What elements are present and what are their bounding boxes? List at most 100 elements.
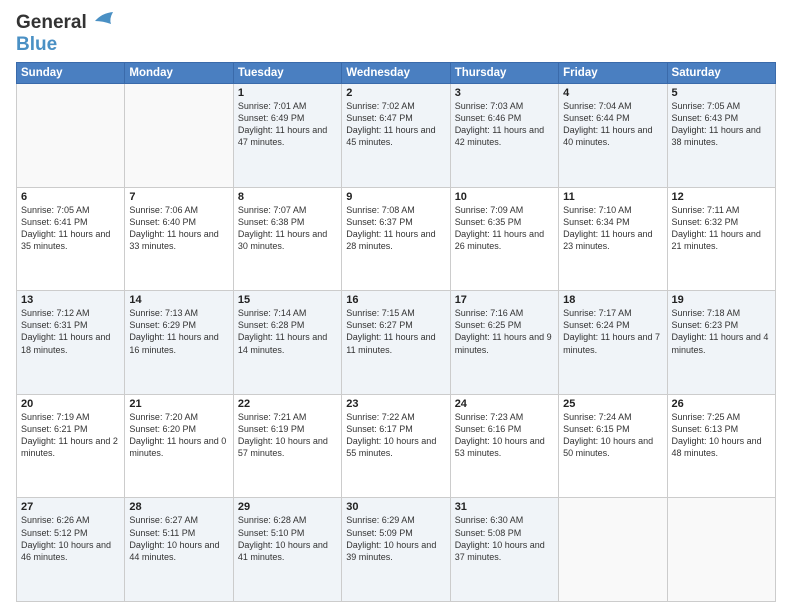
day-number: 15: [238, 294, 337, 306]
logo: General Blue: [16, 12, 113, 56]
logo-general: General: [16, 12, 87, 34]
day-info: Sunrise: 6:29 AM Sunset: 5:09 PM Dayligh…: [346, 514, 445, 563]
header: General Blue: [16, 12, 776, 56]
calendar-cell: 1Sunrise: 7:01 AM Sunset: 6:49 PM Daylig…: [233, 84, 341, 188]
day-number: 19: [672, 294, 771, 306]
day-header-sunday: Sunday: [17, 63, 125, 84]
day-number: 4: [563, 87, 662, 99]
calendar-cell: 12Sunrise: 7:11 AM Sunset: 6:32 PM Dayli…: [667, 187, 775, 291]
week-row-2: 6Sunrise: 7:05 AM Sunset: 6:41 PM Daylig…: [17, 187, 776, 291]
calendar-cell: 8Sunrise: 7:07 AM Sunset: 6:38 PM Daylig…: [233, 187, 341, 291]
day-number: 29: [238, 501, 337, 513]
day-number: 2: [346, 87, 445, 99]
day-number: 14: [129, 294, 228, 306]
calendar-cell: 21Sunrise: 7:20 AM Sunset: 6:20 PM Dayli…: [125, 394, 233, 498]
day-info: Sunrise: 6:27 AM Sunset: 5:11 PM Dayligh…: [129, 514, 228, 563]
day-info: Sunrise: 7:09 AM Sunset: 6:35 PM Dayligh…: [455, 204, 554, 253]
calendar-cell: 3Sunrise: 7:03 AM Sunset: 6:46 PM Daylig…: [450, 84, 558, 188]
day-info: Sunrise: 7:20 AM Sunset: 6:20 PM Dayligh…: [129, 411, 228, 460]
day-number: 31: [455, 501, 554, 513]
day-number: 5: [672, 87, 771, 99]
day-info: Sunrise: 7:01 AM Sunset: 6:49 PM Dayligh…: [238, 100, 337, 149]
bird-icon: [89, 12, 113, 28]
week-row-3: 13Sunrise: 7:12 AM Sunset: 6:31 PM Dayli…: [17, 291, 776, 395]
calendar-cell: 28Sunrise: 6:27 AM Sunset: 5:11 PM Dayli…: [125, 498, 233, 602]
day-number: 16: [346, 294, 445, 306]
day-number: 7: [129, 191, 228, 203]
calendar-cell: 23Sunrise: 7:22 AM Sunset: 6:17 PM Dayli…: [342, 394, 450, 498]
calendar-cell: 7Sunrise: 7:06 AM Sunset: 6:40 PM Daylig…: [125, 187, 233, 291]
calendar-cell: 19Sunrise: 7:18 AM Sunset: 6:23 PM Dayli…: [667, 291, 775, 395]
calendar-cell: 22Sunrise: 7:21 AM Sunset: 6:19 PM Dayli…: [233, 394, 341, 498]
calendar-cell: 18Sunrise: 7:17 AM Sunset: 6:24 PM Dayli…: [559, 291, 667, 395]
day-info: Sunrise: 7:17 AM Sunset: 6:24 PM Dayligh…: [563, 307, 662, 356]
day-info: Sunrise: 7:12 AM Sunset: 6:31 PM Dayligh…: [21, 307, 120, 356]
day-number: 26: [672, 398, 771, 410]
calendar-cell: 31Sunrise: 6:30 AM Sunset: 5:08 PM Dayli…: [450, 498, 558, 602]
day-number: 11: [563, 191, 662, 203]
day-info: Sunrise: 7:05 AM Sunset: 6:41 PM Dayligh…: [21, 204, 120, 253]
day-number: 8: [238, 191, 337, 203]
day-info: Sunrise: 6:28 AM Sunset: 5:10 PM Dayligh…: [238, 514, 337, 563]
day-number: 13: [21, 294, 120, 306]
day-number: 30: [346, 501, 445, 513]
calendar-cell: 24Sunrise: 7:23 AM Sunset: 6:16 PM Dayli…: [450, 394, 558, 498]
week-row-4: 20Sunrise: 7:19 AM Sunset: 6:21 PM Dayli…: [17, 394, 776, 498]
calendar-cell: 14Sunrise: 7:13 AM Sunset: 6:29 PM Dayli…: [125, 291, 233, 395]
day-info: Sunrise: 7:23 AM Sunset: 6:16 PM Dayligh…: [455, 411, 554, 460]
day-number: 1: [238, 87, 337, 99]
calendar-cell: 6Sunrise: 7:05 AM Sunset: 6:41 PM Daylig…: [17, 187, 125, 291]
day-info: Sunrise: 7:24 AM Sunset: 6:15 PM Dayligh…: [563, 411, 662, 460]
calendar-cell: 30Sunrise: 6:29 AM Sunset: 5:09 PM Dayli…: [342, 498, 450, 602]
day-header-tuesday: Tuesday: [233, 63, 341, 84]
calendar-cell: 26Sunrise: 7:25 AM Sunset: 6:13 PM Dayli…: [667, 394, 775, 498]
day-number: 28: [129, 501, 228, 513]
day-info: Sunrise: 7:10 AM Sunset: 6:34 PM Dayligh…: [563, 204, 662, 253]
day-header-wednesday: Wednesday: [342, 63, 450, 84]
day-number: 3: [455, 87, 554, 99]
day-info: Sunrise: 7:07 AM Sunset: 6:38 PM Dayligh…: [238, 204, 337, 253]
day-number: 20: [21, 398, 120, 410]
day-info: Sunrise: 7:08 AM Sunset: 6:37 PM Dayligh…: [346, 204, 445, 253]
calendar-cell: [125, 84, 233, 188]
calendar-cell: 29Sunrise: 6:28 AM Sunset: 5:10 PM Dayli…: [233, 498, 341, 602]
calendar-cell: 2Sunrise: 7:02 AM Sunset: 6:47 PM Daylig…: [342, 84, 450, 188]
day-number: 23: [346, 398, 445, 410]
day-info: Sunrise: 7:16 AM Sunset: 6:25 PM Dayligh…: [455, 307, 554, 356]
day-info: Sunrise: 7:04 AM Sunset: 6:44 PM Dayligh…: [563, 100, 662, 149]
day-info: Sunrise: 7:11 AM Sunset: 6:32 PM Dayligh…: [672, 204, 771, 253]
page: General Blue SundayMondayTuesdayWednesda…: [0, 0, 792, 612]
day-info: Sunrise: 7:02 AM Sunset: 6:47 PM Dayligh…: [346, 100, 445, 149]
day-number: 12: [672, 191, 771, 203]
calendar-cell: 17Sunrise: 7:16 AM Sunset: 6:25 PM Dayli…: [450, 291, 558, 395]
calendar-cell: [667, 498, 775, 602]
day-number: 25: [563, 398, 662, 410]
calendar-table: SundayMondayTuesdayWednesdayThursdayFrid…: [16, 62, 776, 602]
day-info: Sunrise: 6:30 AM Sunset: 5:08 PM Dayligh…: [455, 514, 554, 563]
day-header-monday: Monday: [125, 63, 233, 84]
day-info: Sunrise: 7:06 AM Sunset: 6:40 PM Dayligh…: [129, 204, 228, 253]
day-number: 22: [238, 398, 337, 410]
calendar-cell: 10Sunrise: 7:09 AM Sunset: 6:35 PM Dayli…: [450, 187, 558, 291]
calendar-cell: 20Sunrise: 7:19 AM Sunset: 6:21 PM Dayli…: [17, 394, 125, 498]
calendar-cell: 11Sunrise: 7:10 AM Sunset: 6:34 PM Dayli…: [559, 187, 667, 291]
logo-blue: Blue: [16, 34, 57, 55]
day-header-saturday: Saturday: [667, 63, 775, 84]
calendar-cell: 16Sunrise: 7:15 AM Sunset: 6:27 PM Dayli…: [342, 291, 450, 395]
day-info: Sunrise: 7:18 AM Sunset: 6:23 PM Dayligh…: [672, 307, 771, 356]
day-info: Sunrise: 7:19 AM Sunset: 6:21 PM Dayligh…: [21, 411, 120, 460]
day-header-friday: Friday: [559, 63, 667, 84]
day-info: Sunrise: 7:03 AM Sunset: 6:46 PM Dayligh…: [455, 100, 554, 149]
calendar-cell: [559, 498, 667, 602]
header-row: SundayMondayTuesdayWednesdayThursdayFrid…: [17, 63, 776, 84]
day-number: 21: [129, 398, 228, 410]
day-number: 10: [455, 191, 554, 203]
calendar-cell: 25Sunrise: 7:24 AM Sunset: 6:15 PM Dayli…: [559, 394, 667, 498]
day-info: Sunrise: 7:21 AM Sunset: 6:19 PM Dayligh…: [238, 411, 337, 460]
calendar-cell: 9Sunrise: 7:08 AM Sunset: 6:37 PM Daylig…: [342, 187, 450, 291]
day-info: Sunrise: 7:15 AM Sunset: 6:27 PM Dayligh…: [346, 307, 445, 356]
day-number: 27: [21, 501, 120, 513]
day-info: Sunrise: 6:26 AM Sunset: 5:12 PM Dayligh…: [21, 514, 120, 563]
day-number: 24: [455, 398, 554, 410]
day-info: Sunrise: 7:25 AM Sunset: 6:13 PM Dayligh…: [672, 411, 771, 460]
